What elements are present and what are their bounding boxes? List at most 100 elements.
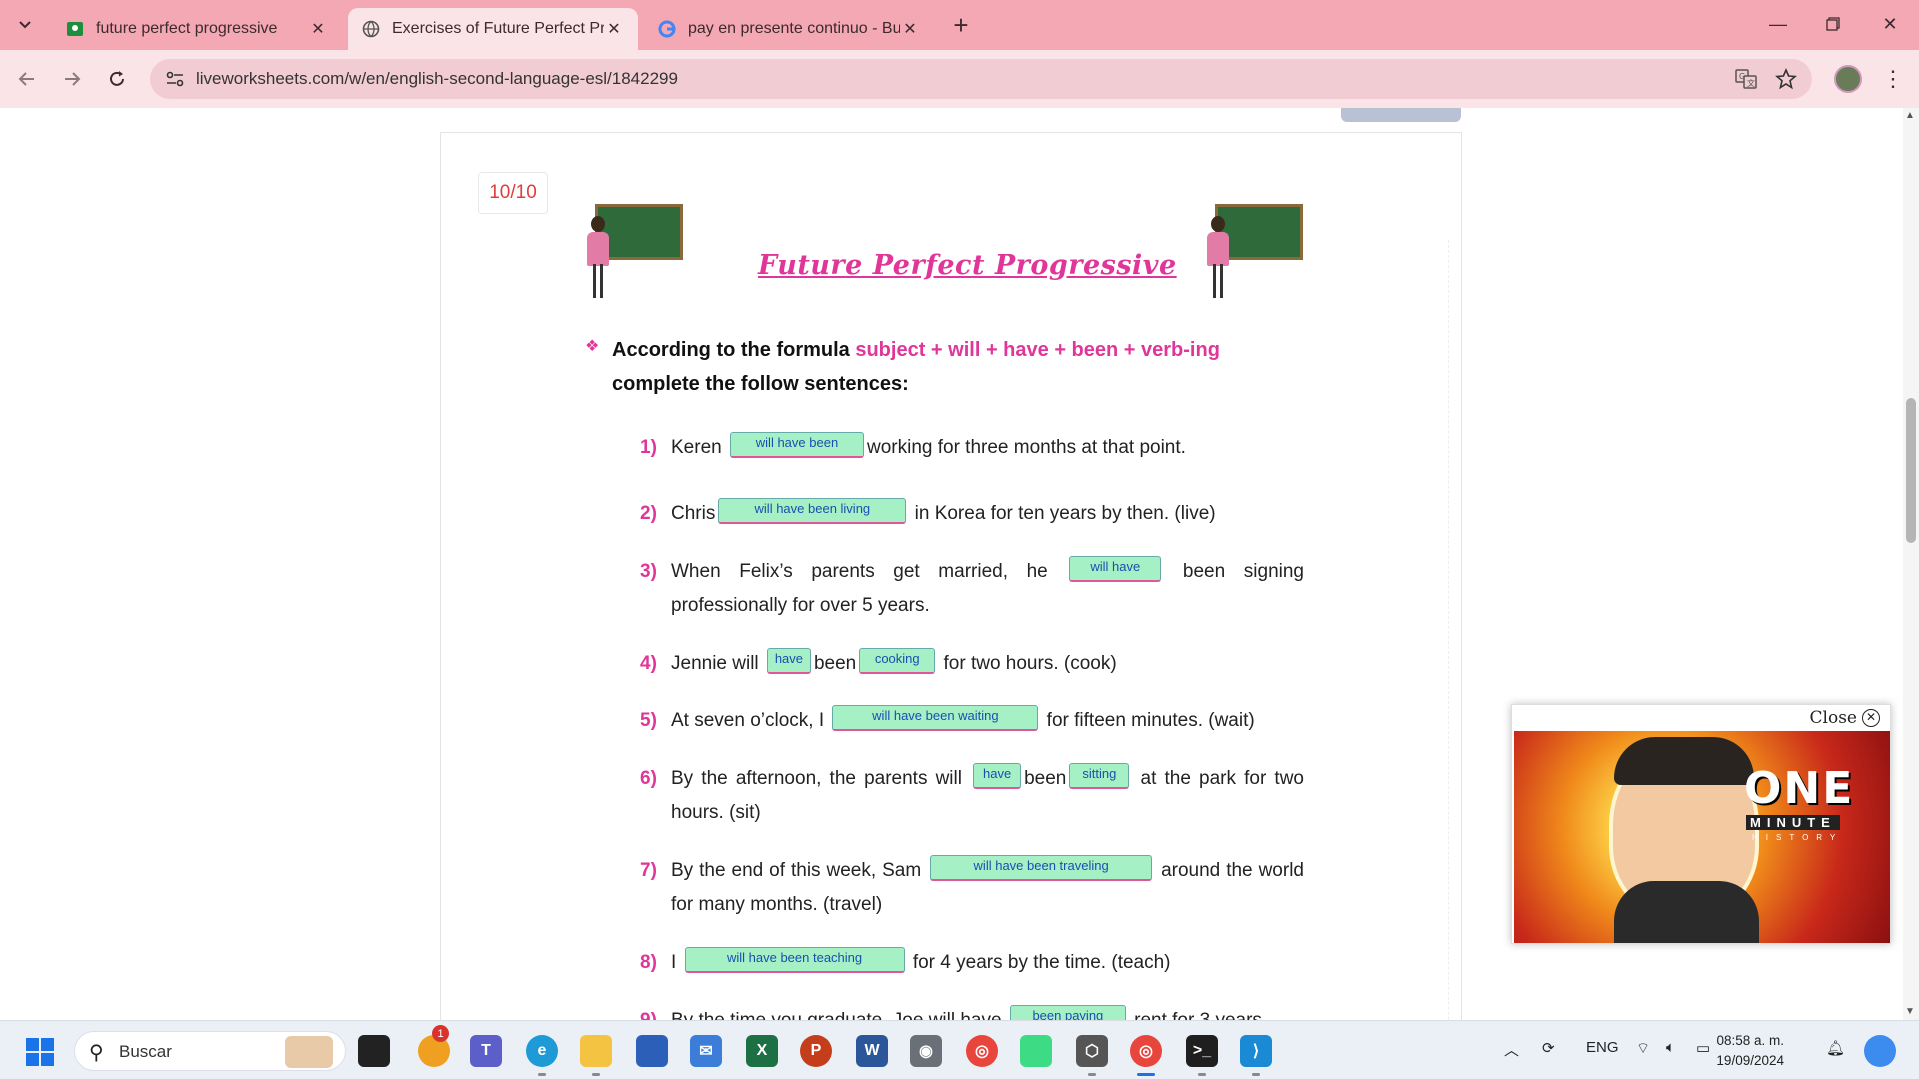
word-icon[interactable]: W bbox=[856, 1035, 888, 1067]
search-icon: ⚲ bbox=[89, 1042, 104, 1064]
teams-icon[interactable]: T bbox=[470, 1035, 502, 1067]
sync-icon[interactable]: ⟳ bbox=[1542, 1039, 1555, 1057]
profile-avatar[interactable] bbox=[1834, 65, 1862, 93]
close-tab-icon[interactable]: ✕ bbox=[900, 19, 920, 39]
terminal-icon[interactable]: >_ bbox=[1186, 1035, 1218, 1067]
copilot-icon[interactable] bbox=[1864, 1035, 1896, 1067]
question-2: 2) Chris will have been living in Korea f… bbox=[640, 497, 1304, 531]
taskbar-search[interactable]: ⚲ Buscar bbox=[74, 1031, 346, 1071]
question-number: 5) bbox=[640, 710, 657, 731]
question-text: for two hours. (cook) bbox=[938, 653, 1117, 674]
scrollbar-thumb[interactable] bbox=[1906, 398, 1916, 543]
google-classroom-icon bbox=[66, 20, 84, 38]
worksheet-title: Future Perfect Progressive bbox=[758, 250, 1177, 281]
worksheet-edge bbox=[1448, 240, 1449, 1020]
running-indicator bbox=[592, 1073, 600, 1076]
system-clock[interactable]: 08:58 a. m. 19/09/2024 bbox=[1712, 1031, 1784, 1071]
tab-strip: future perfect progressive ✕ Exercises o… bbox=[0, 0, 1919, 50]
question-text: been bbox=[1024, 768, 1067, 789]
wifi-icon[interactable]: ⌔ bbox=[1636, 1039, 1650, 1058]
tab-exercises[interactable]: Exercises of Future Perfect Prog ✕ bbox=[348, 8, 638, 50]
tab-search-button[interactable] bbox=[8, 9, 42, 41]
menu-kebab-icon[interactable]: ⋮ bbox=[1882, 66, 1904, 92]
video-portrait-suit bbox=[1614, 881, 1759, 943]
start-button[interactable] bbox=[26, 1038, 54, 1066]
answer-field[interactable]: cooking bbox=[859, 647, 936, 674]
url-text: liveworksheets.com/w/en/english-second-l… bbox=[196, 69, 678, 88]
question-number: 3) bbox=[640, 561, 657, 582]
close-video-button[interactable]: Close ✕ bbox=[1810, 708, 1880, 728]
tab-title: Exercises of Future Perfect Prog bbox=[392, 20, 604, 37]
page-scrollbar[interactable]: ▲ ▼ bbox=[1903, 108, 1919, 1020]
store-icon[interactable] bbox=[636, 1035, 668, 1067]
answer-field[interactable]: will have been teaching bbox=[684, 946, 905, 973]
new-tab-button[interactable]: + bbox=[946, 10, 976, 40]
camera-icon[interactable]: ◉ bbox=[910, 1035, 942, 1067]
notification-badge: 1 bbox=[432, 1025, 449, 1042]
chrome-icon[interactable]: ◎ bbox=[966, 1035, 998, 1067]
language-indicator[interactable]: ENG bbox=[1586, 1039, 1619, 1056]
page-content: 10/10 Future Perfect Progressive ❖ Accor… bbox=[0, 108, 1903, 1020]
video-player[interactable]: ONE MINUTE HISTORY bbox=[1514, 731, 1890, 943]
answer-field[interactable]: will have bbox=[1069, 555, 1162, 582]
question-text: By the time you graduate, Joe will have bbox=[671, 1010, 1007, 1020]
tab-classroom[interactable]: future perfect progressive ✕ bbox=[52, 8, 342, 50]
running-indicator bbox=[1198, 1073, 1206, 1076]
answer-field[interactable]: been paying bbox=[1009, 1004, 1126, 1020]
reload-button[interactable] bbox=[100, 62, 134, 96]
volume-icon[interactable]: 🔈︎ bbox=[1666, 1039, 1675, 1056]
file-explorer-icon[interactable] bbox=[580, 1035, 612, 1067]
question-number: 1) bbox=[640, 437, 657, 458]
question-4: 4) Jennie will have been cooking for two h… bbox=[640, 647, 1304, 681]
scroll-up-icon[interactable]: ▲ bbox=[1905, 110, 1915, 121]
chevron-down-icon bbox=[19, 21, 31, 29]
video-popup: Close ✕ ONE MINUTE HISTORY bbox=[1511, 704, 1891, 944]
forward-arrow-icon bbox=[65, 72, 81, 86]
instruction-suffix: complete the follow sentences: bbox=[612, 373, 909, 395]
android-studio-icon[interactable] bbox=[1020, 1035, 1052, 1067]
excel-icon[interactable]: X bbox=[746, 1035, 778, 1067]
site-settings-icon[interactable] bbox=[164, 68, 186, 90]
close-tab-icon[interactable]: ✕ bbox=[604, 19, 624, 39]
address-bar[interactable]: liveworksheets.com/w/en/english-second-l… bbox=[150, 59, 1812, 99]
restore-button[interactable] bbox=[1813, 8, 1853, 40]
close-label: Close bbox=[1809, 708, 1857, 728]
translate-icon[interactable]: G文 bbox=[1734, 67, 1758, 91]
video-brand-minute: MINUTE bbox=[1746, 815, 1840, 830]
scroll-down-icon[interactable]: ▼ bbox=[1905, 1006, 1915, 1017]
virtualbox-icon[interactable]: ⬡ bbox=[1076, 1035, 1108, 1067]
bookmark-star-icon[interactable] bbox=[1774, 67, 1798, 91]
chrome-profile-icon[interactable]: ◎ bbox=[1130, 1035, 1162, 1067]
teacher-illustration-right bbox=[1205, 204, 1305, 300]
forward-button[interactable] bbox=[55, 62, 89, 96]
question-text: in Korea for ten years by then. (live) bbox=[909, 503, 1216, 524]
question-number: 4) bbox=[640, 653, 657, 674]
answer-field[interactable]: will have been living bbox=[718, 497, 907, 524]
reload-icon bbox=[110, 71, 124, 86]
battery-icon[interactable]: ▭ bbox=[1696, 1039, 1710, 1057]
google-icon bbox=[658, 20, 676, 38]
back-button[interactable] bbox=[10, 62, 44, 96]
answer-field[interactable]: will have been waiting bbox=[832, 704, 1039, 731]
tab-google-search[interactable]: pay en presente continuo - Bus ✕ bbox=[644, 8, 934, 50]
answer-field[interactable]: have bbox=[766, 647, 811, 674]
answer-field[interactable]: sitting bbox=[1069, 762, 1130, 789]
powerpoint-icon[interactable]: P bbox=[800, 1035, 832, 1067]
bullet-icon: ❖ bbox=[585, 338, 600, 355]
worksheet-nav-tab[interactable] bbox=[1341, 108, 1461, 122]
minimize-button[interactable]: — bbox=[1758, 8, 1798, 40]
answer-field[interactable]: have bbox=[973, 762, 1022, 789]
mail-icon[interactable]: ✉ bbox=[690, 1035, 722, 1067]
vscode-icon[interactable]: ⟩ bbox=[1240, 1035, 1272, 1067]
tray-overflow-icon[interactable]: ︿ bbox=[1504, 1039, 1519, 1060]
question-text: When Felix’s parents get married, he bbox=[671, 561, 1067, 582]
answer-field[interactable]: will have been bbox=[729, 431, 864, 458]
close-window-button[interactable]: ✕ bbox=[1870, 8, 1910, 40]
edge-icon[interactable]: e bbox=[526, 1035, 558, 1067]
instruction-prefix: According to the formula bbox=[612, 339, 856, 361]
close-tab-icon[interactable]: ✕ bbox=[308, 19, 328, 39]
notifications-bell-icon[interactable]: 🔔︎ bbox=[1826, 1039, 1845, 1057]
task-view-icon[interactable] bbox=[358, 1035, 390, 1067]
search-highlight-image bbox=[285, 1036, 333, 1068]
answer-field[interactable]: will have been traveling bbox=[930, 854, 1153, 881]
